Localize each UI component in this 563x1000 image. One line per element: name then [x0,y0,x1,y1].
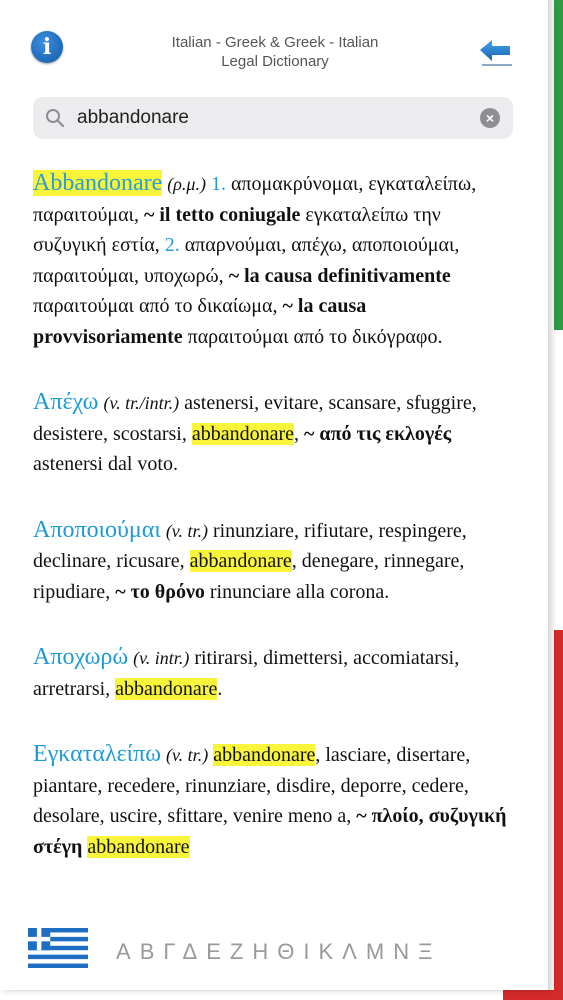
entry-text: . [217,677,223,700]
header: i Italian - Greek & Greek - Italian Lega… [0,0,548,90]
page-curl [510,0,548,38]
alphabet-letter[interactable]: Γ [163,939,182,964]
entry-headword[interactable]: Απέχω [33,389,98,415]
alphabet-letter[interactable]: Μ [366,939,393,964]
entry-text: παραιτούμαι από το δικόγραφο. [182,325,443,348]
app-title-line1: Italian - Greek & Greek - Italian [171,34,379,51]
alphabet-letter[interactable]: Η [252,939,277,964]
search-highlight: abbandonare [191,422,295,445]
entry-pos: (v. tr./intr.) [103,393,180,413]
search-icon [45,108,65,133]
alphabet-letter[interactable]: Ζ [230,939,252,964]
entry-egkataleipo: Εγκαταλείπω (v. tr.) abbandonare, lascia… [33,739,518,862]
search-highlight: abbandonare [87,835,190,858]
greek-flag-icon[interactable] [28,927,88,969]
entry-apecho: Απέχω (v. tr./intr.) astenersi, evitare,… [33,387,518,480]
back-arrow-icon[interactable] [478,38,514,68]
footer-index-bar: ΑΒΓΔΕΖΗΘΙΚΛΜΝΞ [0,915,548,990]
entry-text: astenersi dal voto. [33,453,178,475]
app-title-line2: Legal Dictionary [221,53,329,70]
entry-text: , [294,422,305,445]
entry-abbandonare: Abbandonare (ρ.μ.) 1. απομακρύνομαι, εγκ… [33,168,518,352]
entry-headword[interactable]: Αποποιούμαι [33,517,161,543]
alphabet-index: ΑΒΓΔΕΖΗΘΙΚΛΜΝΞ [116,939,441,965]
app-title: Italian - Greek & Greek - Italian Legal … [110,33,440,71]
entry-headword[interactable]: Εγκαταλείπω [33,741,161,767]
entry-phrase: ~ la causa definitivamente [228,264,451,287]
search-highlight: abbandonare [189,550,292,572]
page-edge [548,0,554,990]
entry-text: rinunciare alla corona. [204,580,390,603]
search-highlight: abbandonare [115,677,218,700]
alphabet-letter[interactable]: Α [116,939,140,964]
search-input[interactable]: abbandonare [77,107,189,129]
dictionary-page: i Italian - Greek & Greek - Italian Lega… [0,0,548,990]
entry-phrase: ~ από τις εκλογές [304,422,452,445]
alphabet-letter[interactable]: Θ [277,939,303,964]
alphabet-letter[interactable]: Δ [182,939,206,964]
entry-pos: (v. tr.) [166,745,209,765]
entry-pos: (v. intr.) [133,648,190,668]
sense-number: 1. [210,173,226,195]
entry-phrase: ~ il tetto coniugale [143,203,301,226]
alphabet-letter[interactable]: Ξ [418,939,441,964]
sense-number: 2. [164,234,180,256]
alphabet-letter[interactable]: Ε [206,939,230,964]
alphabet-letter[interactable]: Κ [318,939,342,964]
results-list: Abbandonare (ρ.μ.) 1. απομακρύνομαι, εγκ… [33,168,518,897]
clear-icon[interactable]: × [480,108,500,128]
entry-apopoioumai: Αποποιούμαι (v. tr.) rinunziare, rifiuta… [33,515,518,608]
alphabet-letter[interactable]: Ν [393,939,418,964]
search-bar[interactable]: abbandonare × [33,97,513,139]
alphabet-letter[interactable]: Ι [303,939,318,964]
entry-phrase: ~ το θρόνο [115,580,205,603]
entry-apochoro: Αποχωρώ (v. intr.) ritirarsi, dimettersi… [33,642,518,704]
entry-pos: (ρ.μ.) [167,174,206,194]
info-icon[interactable]: i [31,31,63,63]
alphabet-letter[interactable]: Β [140,939,164,964]
alphabet-letter[interactable]: Λ [342,939,366,964]
entry-text: παραιτούμαι από το δικαίωμα, [33,295,283,317]
entry-headword[interactable]: Abbandonare [33,170,163,196]
search-highlight: abbandonare [213,744,316,766]
entry-headword[interactable]: Αποχωρώ [33,644,128,670]
entry-pos: (v. tr.) [165,520,208,541]
